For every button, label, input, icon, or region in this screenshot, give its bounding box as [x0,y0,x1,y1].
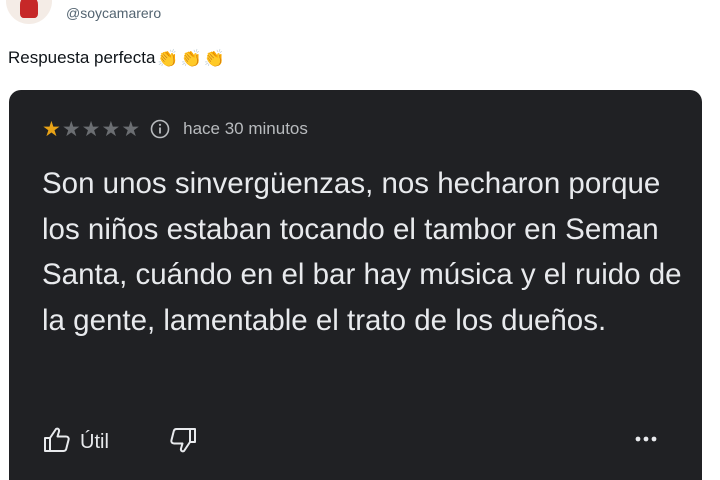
avatar-figure-body [20,0,38,18]
more-options-icon [634,430,658,447]
star-icon: ★ [42,117,61,141]
avatar[interactable] [6,0,52,24]
tweet-text: Respuesta perfecta [8,48,156,67]
star-icon: ★ [101,117,121,141]
helpful-button[interactable]: Útil [42,426,109,459]
review-text: Son unos sinvergüenzas, nos hecharon por… [42,167,682,337]
helpful-label: Útil [80,431,109,453]
star-icon: ★ [61,117,81,141]
tweet-text-row: Respuesta perfecta 👏 👏 👏 [8,48,225,68]
star-icon: ★ [81,117,101,141]
page: @soycamarero Respuesta perfecta 👏 👏 👏 ★ ★… [0,0,720,480]
review-time: hace 30 minutos [183,119,308,138]
review-actions: Útil [42,426,672,456]
info-icon[interactable] [150,119,170,139]
clap-emoji-3: 👏 [203,48,225,68]
thumbs-up-icon [42,426,72,459]
thumbs-down-icon [168,428,198,458]
more-options-button[interactable] [634,430,658,448]
clap-emoji-1: 👏 [157,48,179,68]
review-card: ★ ★ ★ ★ ★ hace 30 minutos Son unos sinvergüe… [9,90,702,480]
star-rating: ★ ★ ★ ★ ★ [42,119,141,140]
user-handle[interactable]: @soycamarero [66,5,161,21]
star-icon: ★ [121,117,141,141]
review-meta: ★ ★ ★ ★ ★ hace 30 minutos [42,118,308,140]
clap-emoji-2: 👏 [180,48,202,68]
not-helpful-button[interactable] [168,426,198,459]
